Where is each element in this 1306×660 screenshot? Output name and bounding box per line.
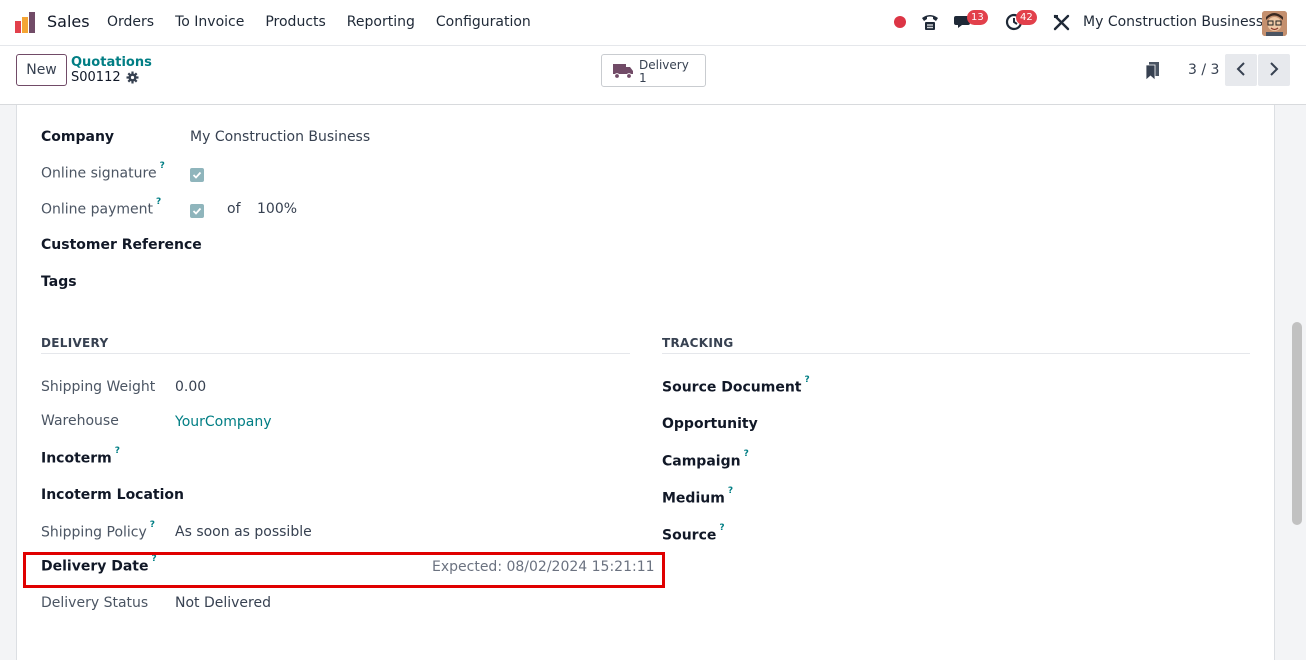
tags-label: Tags	[41, 274, 77, 290]
shipping-policy-value[interactable]: As soon as possible	[175, 524, 312, 540]
smart-button-count: 1	[639, 71, 647, 85]
opportunity-label: Opportunity	[662, 416, 758, 432]
warehouse-link[interactable]: YourCompany	[175, 414, 272, 430]
top-navbar: Sales Orders To Invoice Products Reporti…	[0, 0, 1306, 46]
company-value[interactable]: My Construction Business	[190, 129, 370, 145]
tools-icon[interactable]	[1053, 14, 1070, 31]
pager-next-button[interactable]	[1258, 54, 1290, 86]
customer-reference-label: Customer Reference	[41, 237, 202, 253]
incoterm-label: Incoterm?	[41, 446, 121, 467]
delivery-status-value: Not Delivered	[175, 595, 271, 611]
online-payment-percent[interactable]: 100%	[257, 201, 297, 217]
menu-products[interactable]: Products	[265, 14, 325, 30]
bookmark-icon[interactable]	[1146, 62, 1160, 80]
pager-value[interactable]: 3 / 3	[1188, 62, 1219, 78]
delivery-smart-button[interactable]: Delivery 1	[601, 54, 706, 87]
online-payment-of: of	[227, 201, 241, 217]
breadcrumb-current: S00112	[71, 70, 121, 85]
recording-indicator-icon[interactable]	[894, 16, 906, 28]
menu-to-invoice[interactable]: To Invoice	[175, 14, 244, 30]
gear-icon[interactable]	[126, 71, 139, 84]
delivery-divider	[41, 353, 630, 354]
medium-label: Medium?	[662, 486, 734, 507]
menu-reporting[interactable]: Reporting	[347, 14, 415, 30]
menu-orders[interactable]: Orders	[107, 14, 154, 30]
chevron-left-icon	[1236, 61, 1245, 76]
shipping-policy-label: Shipping Policy?	[41, 520, 156, 541]
scrollbar[interactable]	[1292, 322, 1302, 525]
pager-previous-button[interactable]	[1225, 54, 1257, 86]
main-menu: Orders To Invoice Products Reporting Con…	[107, 14, 552, 30]
breadcrumb-quotations[interactable]: Quotations	[71, 55, 152, 70]
check-icon	[192, 171, 202, 179]
source-label: Source?	[662, 523, 725, 544]
app-name[interactable]: Sales	[47, 12, 90, 31]
tracking-divider	[662, 353, 1250, 354]
chevron-right-icon	[1270, 61, 1279, 76]
activity-badge: 42	[1016, 10, 1037, 25]
new-button[interactable]: New	[16, 54, 67, 86]
form-view: ​ Company My Construction Business Onlin…	[0, 105, 1306, 660]
smart-button-label: Delivery	[639, 58, 689, 72]
chat-badge: 13	[967, 10, 988, 25]
sales-app-icon[interactable]	[15, 12, 37, 34]
company-switcher[interactable]: My Construction Business	[1083, 14, 1263, 30]
delivery-section-title: DELIVERY	[41, 336, 109, 350]
delivery-date-highlight	[23, 552, 665, 588]
company-label: Company	[41, 129, 115, 145]
warehouse-label: Warehouse	[41, 413, 119, 429]
online-signature-label: Online signature?	[41, 161, 165, 182]
online-payment-checkbox[interactable]	[190, 204, 204, 218]
incoterm-location-label: Incoterm Location	[41, 487, 185, 503]
truck-icon	[613, 64, 633, 79]
tracking-section-title: TRACKING	[662, 336, 734, 350]
online-payment-label: Online payment?	[41, 197, 162, 218]
source-document-label: Source Document?	[662, 375, 810, 396]
shipping-weight-label: Shipping Weight	[41, 379, 156, 395]
check-icon	[192, 207, 202, 215]
campaign-label: Campaign?	[662, 449, 749, 470]
avatar[interactable]	[1262, 11, 1287, 36]
online-signature-checkbox[interactable]	[190, 168, 204, 182]
shipping-weight-value[interactable]: 0.00	[175, 379, 206, 395]
phone-icon[interactable]	[920, 12, 940, 32]
control-panel: New Quotations S00112 Delivery 1 3 / 3	[0, 46, 1306, 105]
menu-configuration[interactable]: Configuration	[436, 14, 531, 30]
delivery-status-label: Delivery Status	[41, 595, 149, 611]
